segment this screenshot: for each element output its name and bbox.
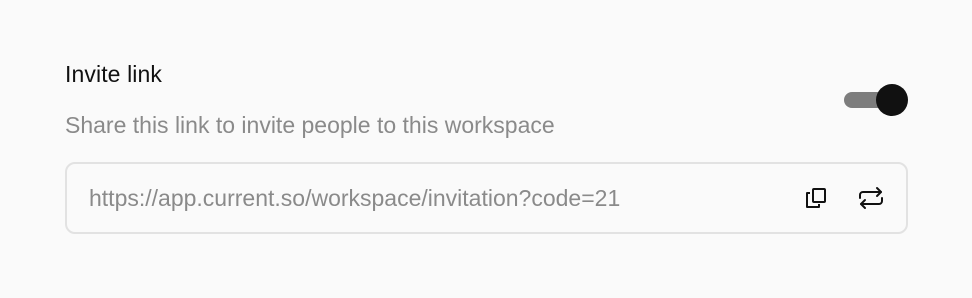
regenerate-link-button[interactable] bbox=[857, 184, 885, 212]
invite-link-description: Share this link to invite people to this… bbox=[65, 112, 555, 138]
toggle-thumb bbox=[876, 84, 908, 116]
copy-link-button[interactable] bbox=[802, 184, 830, 212]
invite-link-field bbox=[65, 162, 908, 234]
copy-icon bbox=[806, 188, 826, 208]
invite-link-toggle[interactable] bbox=[844, 84, 908, 116]
invite-link-title: Invite link bbox=[65, 61, 162, 87]
invite-link-section: Invite link Share this link to invite pe… bbox=[65, 0, 908, 298]
refresh-icon bbox=[859, 187, 883, 209]
invite-link-input[interactable] bbox=[89, 164, 769, 232]
